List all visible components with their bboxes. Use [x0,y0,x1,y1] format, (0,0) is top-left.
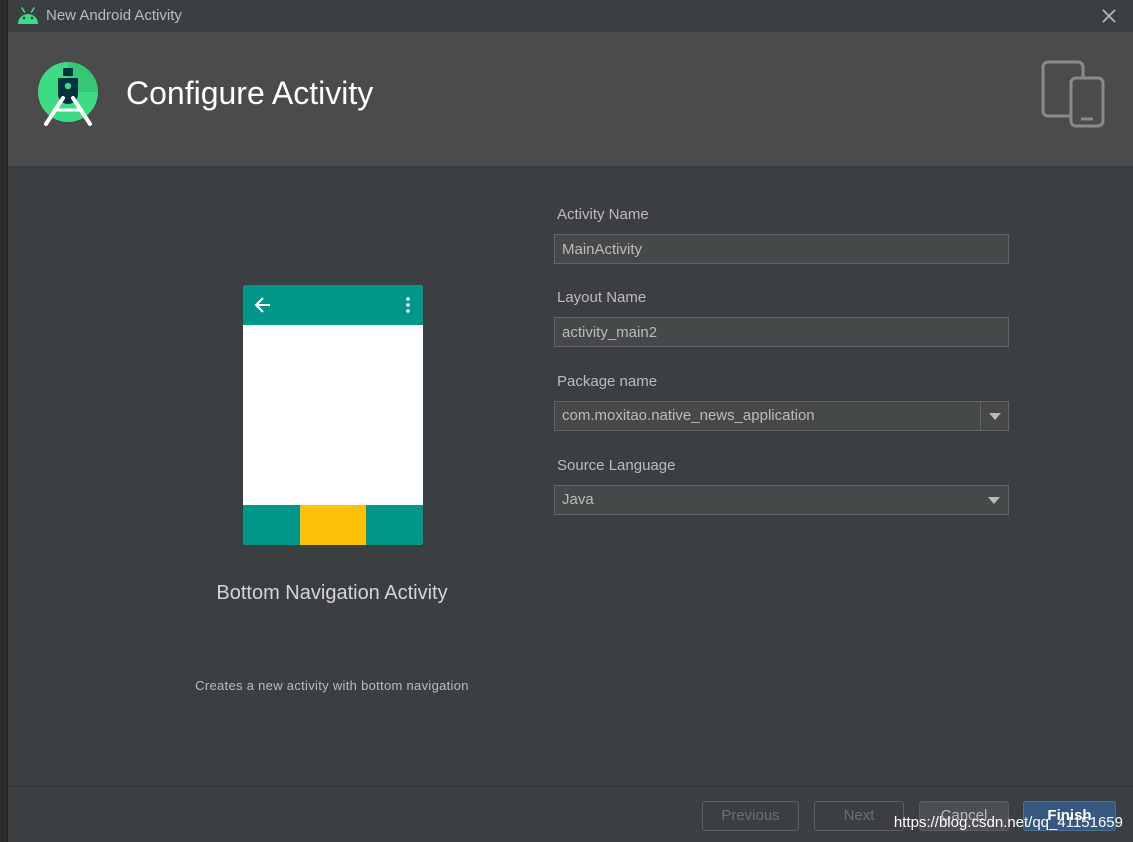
wizard-footer: Previous Next Cancel Finish https://blog… [8,786,1133,842]
template-name: Bottom Navigation Activity [216,582,448,604]
preview-app-bar [243,285,423,325]
next-button[interactable]: Next [814,801,904,831]
devices-icon [1041,60,1105,128]
template-preview [243,285,423,545]
chevron-down-icon [988,497,1000,504]
preview-bottom-navigation [243,505,423,545]
source-language-value[interactable]: Java [562,486,594,514]
wizard-content: Bottom Navigation Activity Creates a new… [8,166,1133,786]
package-name-dropdown-button[interactable] [980,402,1008,430]
package-name-label: Package name [557,373,658,390]
new-activity-dialog: New Android Activity Configure Activity [8,0,1133,842]
source-language-dropdown-button[interactable] [980,486,1008,514]
previous-button[interactable]: Previous [702,801,799,831]
more-vert-icon [406,297,410,313]
package-name-combo[interactable]: com.moxitao.native_news_application [554,401,1009,431]
activity-name-label: Activity Name [557,206,649,223]
template-description: Creates a new activity with bottom navig… [195,678,469,693]
wizard-header: Configure Activity [8,32,1133,166]
background-editor-strip [0,0,8,842]
window-title: New Android Activity [46,7,182,24]
title-bar: New Android Activity [8,0,1133,32]
layout-name-input[interactable] [554,317,1009,347]
activity-name-input[interactable] [554,234,1009,264]
chevron-down-icon [989,413,1001,420]
package-name-value[interactable]: com.moxitao.native_news_application [562,402,815,430]
source-language-select[interactable]: Java [554,485,1009,515]
watermark-text: https://blog.csdn.net/qq_41151659 [893,814,1123,831]
layout-name-label: Layout Name [557,289,647,306]
android-icon [18,7,38,24]
preview-selected-nav-item [300,505,366,545]
page-title: Configure Activity [126,75,374,111]
arrow-back-icon [254,297,270,313]
close-icon[interactable] [1099,6,1119,26]
source-language-label: Source Language [557,457,676,474]
android-studio-logo [38,62,98,126]
